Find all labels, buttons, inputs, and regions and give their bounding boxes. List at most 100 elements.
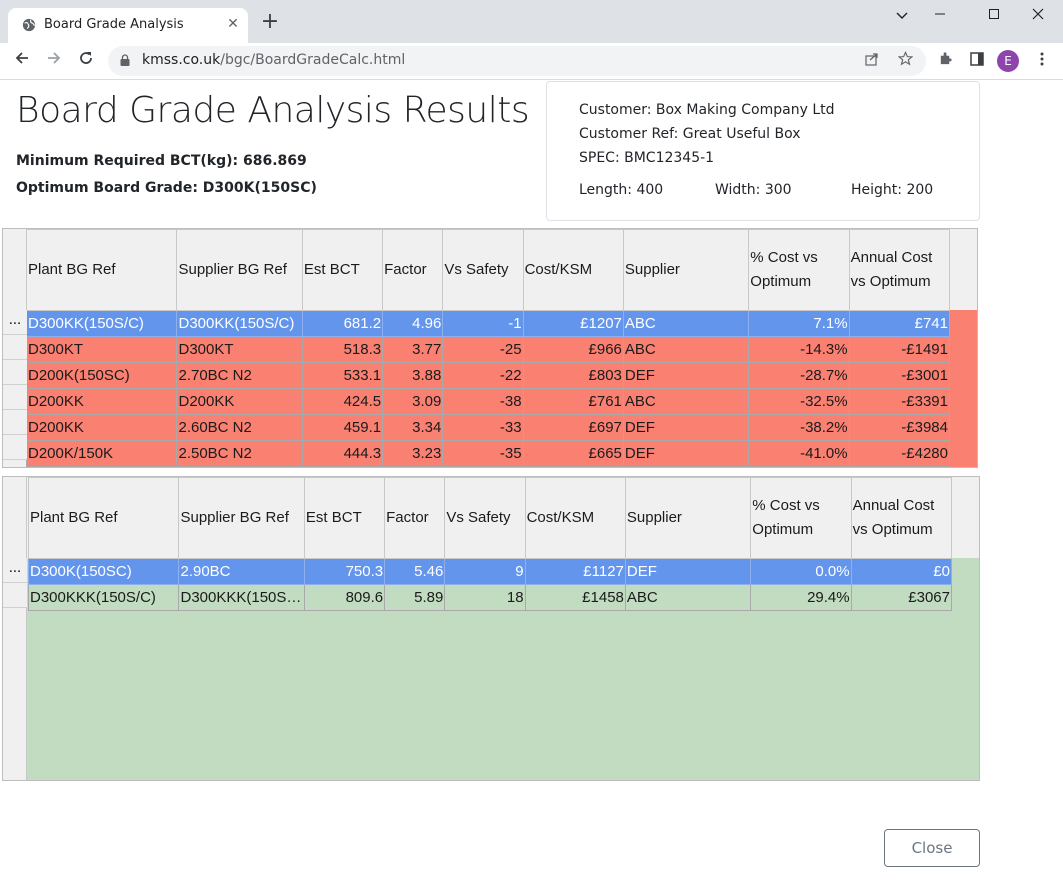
above-safety-grid[interactable]: Plant BG Ref Supplier BG Ref Est BCT Fac… bbox=[2, 476, 980, 781]
cell-supplier-bg-ref[interactable]: D300KK(150S/C) bbox=[176, 310, 303, 337]
cell-est-bct[interactable]: 681.2 bbox=[301, 310, 384, 337]
cell-vs-safety[interactable]: -33 bbox=[442, 414, 524, 441]
tab-close-icon[interactable]: ✕ bbox=[224, 15, 242, 33]
col-vs-safety[interactable]: Vs Safety bbox=[444, 477, 526, 559]
profile-avatar[interactable]: E bbox=[997, 50, 1019, 72]
table-row[interactable]: D200KK D200KK 424.5 3.09 -38 £761 ABC -32.5% -£3… bbox=[25, 388, 951, 415]
cell-pct-cost[interactable]: -38.2% bbox=[748, 414, 850, 441]
col-supplier-bg-ref[interactable]: Supplier BG Ref bbox=[178, 477, 305, 559]
row-header[interactable] bbox=[3, 435, 27, 460]
cell-supplier[interactable]: DEF bbox=[622, 440, 750, 467]
bookmark-star-icon[interactable] bbox=[894, 50, 916, 72]
cell-pct-cost[interactable]: -28.7% bbox=[748, 362, 850, 389]
cell-vs-safety[interactable]: 18 bbox=[444, 584, 526, 611]
cell-pct-cost[interactable]: 29.4% bbox=[750, 584, 852, 611]
col-cost-ksm[interactable]: Cost/KSM bbox=[524, 477, 626, 559]
extensions-puzzle-icon[interactable] bbox=[933, 49, 957, 73]
cell-factor[interactable]: 3.09 bbox=[382, 388, 444, 415]
cell-annual-cost[interactable]: £0 bbox=[850, 558, 953, 585]
address-bar[interactable]: kmss.co.uk/bgc/BoardGradeCalc.html bbox=[108, 46, 926, 76]
forward-icon[interactable] bbox=[42, 49, 66, 73]
col-plant-bg-ref[interactable]: Plant BG Ref bbox=[25, 229, 178, 311]
cell-pct-cost[interactable]: -32.5% bbox=[748, 388, 850, 415]
cell-supplier-bg-ref[interactable]: 2.90BC bbox=[178, 558, 305, 585]
cell-pct-cost[interactable]: -41.0% bbox=[748, 440, 850, 467]
table-row[interactable]: D200KK 2.60BC N2 459.1 3.34 -33 £697 DEF -38.2%… bbox=[25, 414, 951, 441]
col-pct-cost[interactable]: % Cost vs Optimum bbox=[750, 477, 852, 559]
close-button[interactable]: Close bbox=[884, 829, 980, 867]
cell-factor[interactable]: 5.89 bbox=[384, 584, 446, 611]
maximize-icon[interactable] bbox=[980, 6, 1008, 26]
cell-factor[interactable]: 4.96 bbox=[382, 310, 444, 337]
cell-plant-bg-ref[interactable]: D300KT bbox=[25, 336, 178, 363]
cell-factor[interactable]: 3.88 bbox=[382, 362, 444, 389]
cell-est-bct[interactable]: 518.3 bbox=[301, 336, 384, 363]
row-header[interactable] bbox=[3, 385, 27, 410]
cell-plant-bg-ref[interactable]: D200KK bbox=[25, 388, 178, 415]
cell-supplier[interactable]: DEF bbox=[624, 558, 752, 585]
cell-supplier[interactable]: ABC bbox=[622, 310, 750, 337]
cell-supplier[interactable]: ABC bbox=[622, 388, 750, 415]
cell-cost-ksm[interactable]: £803 bbox=[522, 362, 624, 389]
row-header-current[interactable]: ... bbox=[3, 558, 27, 583]
cell-supplier[interactable]: DEF bbox=[622, 362, 750, 389]
cell-supplier-bg-ref[interactable]: D300KT bbox=[176, 336, 303, 363]
cell-factor[interactable]: 3.23 bbox=[382, 440, 444, 467]
col-annual-cost[interactable]: Annual Cost vs Optimum bbox=[850, 477, 953, 559]
share-icon[interactable] bbox=[861, 50, 883, 72]
cell-est-bct[interactable]: 533.1 bbox=[301, 362, 384, 389]
cell-annual-cost[interactable]: £3067 bbox=[850, 584, 953, 611]
cell-factor[interactable]: 3.77 bbox=[382, 336, 444, 363]
cell-supplier[interactable]: ABC bbox=[624, 584, 752, 611]
cell-est-bct[interactable]: 750.3 bbox=[303, 558, 386, 585]
table-row-selected[interactable]: D300K(150SC) 2.90BC 750.3 5.46 9 £1127 DEF 0.0%… bbox=[27, 558, 953, 585]
cell-est-bct[interactable]: 459.1 bbox=[301, 414, 384, 441]
row-header[interactable] bbox=[3, 335, 27, 360]
new-tab-button[interactable]: + bbox=[258, 11, 282, 35]
cell-vs-safety[interactable]: -1 bbox=[442, 310, 524, 337]
cell-est-bct[interactable]: 424.5 bbox=[301, 388, 384, 415]
tab-search-chevron-icon[interactable] bbox=[888, 6, 916, 26]
row-header-current[interactable]: ... bbox=[3, 310, 27, 335]
col-pct-cost[interactable]: % Cost vs Optimum bbox=[748, 229, 850, 311]
cell-supplier[interactable]: DEF bbox=[622, 414, 750, 441]
cell-plant-bg-ref[interactable]: D200K(150SC) bbox=[25, 362, 178, 389]
cell-est-bct[interactable]: 809.6 bbox=[303, 584, 386, 611]
row-header[interactable] bbox=[3, 410, 27, 435]
minimize-icon[interactable] bbox=[926, 6, 954, 26]
cell-cost-ksm[interactable]: £665 bbox=[522, 440, 624, 467]
col-supplier-bg-ref[interactable]: Supplier BG Ref bbox=[176, 229, 303, 311]
cell-vs-safety[interactable]: -38 bbox=[442, 388, 524, 415]
cell-annual-cost[interactable]: -£4280 bbox=[848, 440, 951, 467]
cell-cost-ksm[interactable]: £697 bbox=[522, 414, 624, 441]
cell-supplier-bg-ref[interactable]: D200KK bbox=[176, 388, 303, 415]
col-factor[interactable]: Factor bbox=[382, 229, 444, 311]
cell-pct-cost[interactable]: -14.3% bbox=[748, 336, 850, 363]
row-header[interactable] bbox=[3, 583, 27, 608]
cell-annual-cost[interactable]: -£3001 bbox=[848, 362, 951, 389]
side-panel-icon[interactable] bbox=[965, 49, 989, 73]
cell-supplier-bg-ref[interactable]: 2.50BC N2 bbox=[176, 440, 303, 467]
cell-vs-safety[interactable]: -25 bbox=[442, 336, 524, 363]
cell-annual-cost[interactable]: -£3984 bbox=[848, 414, 951, 441]
col-cost-ksm[interactable]: Cost/KSM bbox=[522, 229, 624, 311]
window-close-icon[interactable] bbox=[1024, 6, 1052, 26]
cell-plant-bg-ref[interactable]: D300KKK(150S/C) bbox=[27, 584, 180, 611]
col-est-bct[interactable]: Est BCT bbox=[301, 229, 384, 311]
cell-plant-bg-ref[interactable]: D300KK(150S/C) bbox=[25, 310, 178, 337]
browser-tab[interactable]: Board Grade Analysis ✕ bbox=[8, 8, 248, 43]
cell-vs-safety[interactable]: 9 bbox=[444, 558, 526, 585]
cell-supplier-bg-ref[interactable]: 2.60BC N2 bbox=[176, 414, 303, 441]
col-plant-bg-ref[interactable]: Plant BG Ref bbox=[27, 477, 180, 559]
back-icon[interactable] bbox=[10, 49, 34, 73]
reload-icon[interactable] bbox=[74, 49, 98, 73]
cell-cost-ksm[interactable]: £1127 bbox=[524, 558, 626, 585]
cell-supplier-bg-ref[interactable]: 2.70BC N2 bbox=[176, 362, 303, 389]
col-factor[interactable]: Factor bbox=[384, 477, 446, 559]
cell-est-bct[interactable]: 444.3 bbox=[301, 440, 384, 467]
cell-annual-cost[interactable]: -£1491 bbox=[848, 336, 951, 363]
table-row[interactable]: D200K(150SC) 2.70BC N2 533.1 3.88 -22 £803 DEF… bbox=[25, 362, 951, 389]
col-annual-cost[interactable]: Annual Cost vs Optimum bbox=[848, 229, 951, 311]
col-supplier[interactable]: Supplier bbox=[622, 229, 750, 311]
cell-vs-safety[interactable]: -22 bbox=[442, 362, 524, 389]
